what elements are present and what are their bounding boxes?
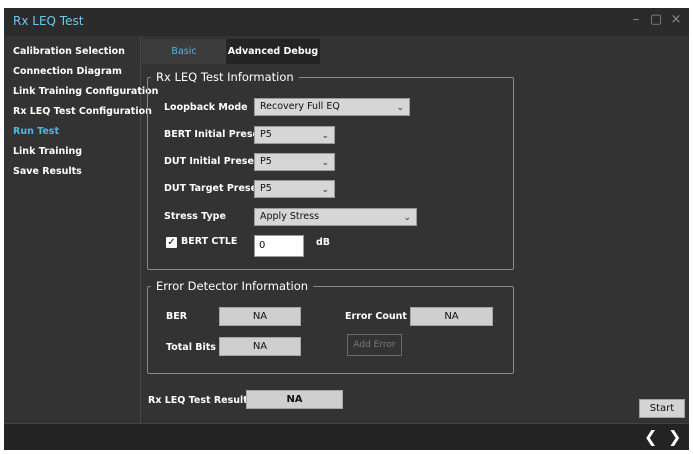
dut-target-preset-value: P5 — [260, 183, 272, 194]
dut-target-preset-label: DUT Target Preset — [164, 183, 262, 194]
start-button[interactable]: Start — [639, 399, 685, 418]
tab-basic[interactable]: Basic — [142, 39, 226, 64]
previous-arrow-icon[interactable]: ❮ — [644, 427, 657, 446]
add-error-button[interactable]: Add Error — [347, 334, 402, 356]
test-result-label: Rx LEQ Test Result — [148, 395, 248, 406]
bert-ctle-label: BERT CTLE — [181, 236, 238, 247]
test-info-title: Rx LEQ Test Information — [151, 70, 299, 84]
dut-initial-preset-select[interactable]: P5 ⌄ — [254, 153, 335, 171]
sidebar-item-rx-leq-test-configuration[interactable]: Rx LEQ Test Configuration — [13, 106, 152, 117]
sidebar-item-calibration-selection[interactable]: Calibration Selection — [13, 46, 125, 57]
stress-type-select[interactable]: Apply Stress ⌄ — [254, 208, 417, 226]
chevron-down-icon: ⌄ — [321, 131, 329, 141]
dut-initial-preset-value: P5 — [260, 156, 272, 167]
stress-type-label: Stress Type — [164, 211, 226, 222]
sidebar-item-link-training-configuration[interactable]: Link Training Configuration — [13, 86, 158, 97]
ber-value: NA — [219, 307, 301, 326]
chevron-down-icon: ⌄ — [403, 213, 411, 223]
maximize-icon[interactable]: ▢ — [648, 12, 664, 27]
bert-ctle-checkbox[interactable]: ✓ — [166, 237, 177, 248]
stress-type-value: Apply Stress — [260, 211, 320, 222]
error-count-label: Error Count — [345, 311, 407, 322]
sidebar: Calibration Selection Connection Diagram… — [4, 36, 158, 423]
total-bits-value: NA — [219, 337, 301, 356]
bert-initial-preset-label: BERT Initial Preset — [164, 129, 264, 140]
dut-initial-preset-label: DUT Initial Preset — [164, 156, 259, 167]
chevron-down-icon: ⌄ — [321, 158, 329, 168]
dut-target-preset-select[interactable]: P5 ⌄ — [254, 180, 335, 198]
bottom-nav-bar: ❮ ❯ — [4, 423, 689, 450]
bert-ctle-input[interactable]: 0 — [254, 235, 304, 257]
loopback-mode-label: Loopback Mode — [164, 102, 248, 113]
tab-advanced-debug[interactable]: Advanced Debug — [226, 39, 320, 64]
error-count-value: NA — [410, 307, 493, 326]
chevron-down-icon: ⌄ — [396, 103, 404, 113]
loopback-mode-select[interactable]: Recovery Full EQ ⌄ — [254, 98, 410, 116]
bert-ctle-unit: dB — [316, 237, 331, 248]
close-icon[interactable]: × — [668, 12, 684, 27]
minimize-icon[interactable]: – — [628, 12, 644, 27]
next-arrow-icon[interactable]: ❯ — [668, 427, 681, 446]
ber-label: BER — [166, 311, 188, 322]
sidebar-item-run-test[interactable]: Run Test — [13, 126, 59, 137]
sidebar-item-save-results[interactable]: Save Results — [13, 166, 82, 177]
error-detector-group — [147, 286, 514, 374]
total-bits-label: Total Bits — [166, 342, 216, 353]
sidebar-item-link-training[interactable]: Link Training — [13, 146, 82, 157]
app-window: Rx LEQ Test – ▢ × Calibration Selection … — [4, 8, 689, 450]
sidebar-item-connection-diagram[interactable]: Connection Diagram — [13, 66, 122, 77]
loopback-mode-value: Recovery Full EQ — [260, 101, 340, 112]
window-title: Rx LEQ Test — [13, 14, 84, 28]
chevron-down-icon: ⌄ — [321, 185, 329, 195]
error-detector-title: Error Detector Information — [151, 279, 314, 293]
test-result-value: NA — [246, 390, 343, 409]
bert-initial-preset-select[interactable]: P5 ⌄ — [254, 126, 335, 144]
bert-initial-preset-value: P5 — [260, 129, 272, 140]
title-bar: Rx LEQ Test – ▢ × — [4, 8, 689, 36]
